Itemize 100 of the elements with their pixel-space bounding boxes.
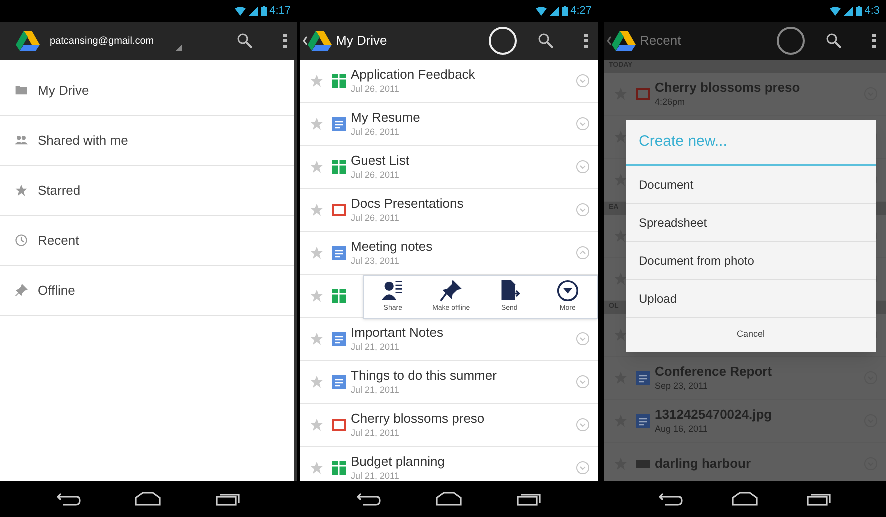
status-time: 4:27 [570, 4, 592, 19]
home-icon[interactable] [732, 492, 758, 506]
wifi-icon [830, 6, 841, 16]
battery-icon [562, 6, 568, 16]
drawer-item[interactable]: My Drive [0, 66, 294, 116]
star-icon[interactable] [310, 74, 324, 88]
overflow-menu-icon[interactable] [872, 33, 876, 49]
overflow-menu-icon[interactable] [584, 33, 588, 49]
star-icon[interactable] [614, 130, 628, 144]
screen-title: My Drive [336, 32, 388, 50]
drive-logo-icon[interactable] [16, 31, 40, 51]
file-date: Jul 26, 2011 [351, 126, 400, 138]
file-name[interactable]: Cherry blossoms preso [351, 411, 576, 428]
pushpin-icon [440, 280, 462, 302]
people-icon [15, 134, 28, 147]
star-icon[interactable] [310, 375, 324, 389]
spreadsheet-icon [332, 74, 346, 88]
file-name[interactable]: Budget planning [351, 454, 576, 470]
expand-chevron-icon[interactable] [576, 203, 590, 217]
expand-chevron-icon[interactable] [576, 117, 590, 131]
star-icon[interactable] [614, 272, 628, 286]
presentation-icon [636, 88, 650, 100]
recent-apps-icon[interactable] [516, 492, 541, 506]
pushpin-icon [15, 284, 28, 297]
loading-spinner-icon [488, 26, 518, 56]
file-name[interactable]: Guest List [351, 153, 576, 170]
expand-chevron-icon[interactable] [576, 332, 590, 346]
star-icon[interactable] [310, 117, 324, 131]
collapse-chevron-icon[interactable] [576, 246, 590, 260]
recent-apps-icon[interactable] [216, 492, 240, 506]
file-name[interactable]: Docs Presentations [351, 196, 576, 212]
search-icon[interactable] [826, 33, 842, 49]
search-icon[interactable] [237, 33, 253, 49]
file-name[interactable]: Meeting notes [351, 239, 576, 256]
star-icon[interactable] [614, 229, 628, 243]
spreadsheet-icon [332, 160, 346, 174]
signal-icon [550, 6, 559, 16]
file-date: Jul 21, 2011 [351, 428, 400, 439]
star-icon[interactable] [310, 289, 324, 303]
file-name[interactable]: Things to do this summer [351, 368, 576, 384]
star-icon[interactable] [614, 328, 628, 342]
presentation-icon [332, 419, 346, 431]
folder-icon [15, 84, 28, 97]
file-name[interactable]: My Resume [351, 110, 576, 126]
search-icon[interactable] [538, 33, 554, 49]
status-time: 4:3 [864, 4, 880, 19]
star-icon[interactable] [614, 173, 628, 187]
dropdown-corner-icon[interactable] [176, 45, 182, 51]
dialog-option[interactable]: Upload [626, 280, 876, 318]
image-icon [636, 460, 650, 468]
recent-apps-icon[interactable] [807, 492, 832, 506]
expand-chevron-icon[interactable] [576, 160, 590, 174]
drawer-item[interactable]: Shared with me [0, 116, 294, 166]
star-icon[interactable] [310, 332, 324, 346]
file-name[interactable]: Application Feedback [351, 67, 576, 84]
expand-chevron-icon[interactable] [576, 418, 590, 432]
file-date: Jul 26, 2011 [351, 84, 400, 95]
star-icon[interactable] [310, 418, 324, 432]
star-icon[interactable] [310, 246, 324, 260]
dialog-title: Create new... [626, 120, 876, 166]
back-icon[interactable] [57, 492, 82, 506]
star-icon[interactable] [310, 203, 324, 217]
expand-chevron-icon[interactable] [576, 375, 590, 389]
drawer-item[interactable]: Starred [0, 166, 294, 216]
drive-logo-icon[interactable] [612, 31, 636, 51]
spreadsheet-icon [332, 461, 346, 475]
wifi-icon [234, 6, 246, 16]
document-icon [332, 332, 346, 346]
dialog-option[interactable]: Document from photo [626, 242, 876, 280]
star-icon [15, 184, 28, 197]
file-name[interactable]: Important Notes [351, 325, 576, 342]
back-icon[interactable] [357, 492, 382, 506]
dialog-option[interactable]: Spreadsheet [626, 204, 876, 242]
document-icon [332, 375, 346, 389]
file-date: Jul 26, 2011 [351, 212, 400, 224]
document-icon [636, 371, 650, 385]
drive-logo-icon[interactable] [308, 31, 332, 51]
signal-icon [844, 6, 853, 16]
star-icon[interactable] [310, 160, 324, 174]
account-name[interactable]: patcansing@gmail.com [50, 34, 154, 48]
dialog-option[interactable]: Document [626, 166, 876, 204]
star-icon[interactable] [310, 461, 324, 475]
overflow-menu-icon[interactable] [283, 33, 287, 49]
home-icon[interactable] [135, 492, 162, 506]
file-date: Jul 21, 2011 [351, 384, 400, 396]
file-date: 4:26pm [655, 96, 686, 108]
wifi-icon [536, 6, 547, 16]
expand-chevron-icon[interactable] [576, 461, 590, 475]
spreadsheet-icon [332, 289, 346, 303]
file-date: Jul 21, 2011 [351, 342, 400, 353]
home-icon[interactable] [436, 492, 462, 506]
file-date: Jul 26, 2011 [351, 170, 400, 181]
drawer-item[interactable]: Offline [0, 266, 294, 316]
expand-chevron-icon[interactable] [576, 74, 590, 88]
battery-icon [856, 6, 862, 16]
back-icon[interactable] [658, 492, 683, 506]
clock-icon [15, 234, 28, 247]
loading-spinner-icon [776, 26, 806, 56]
drawer-item[interactable]: Recent [0, 216, 294, 266]
cancel-button[interactable]: Cancel [626, 318, 876, 352]
